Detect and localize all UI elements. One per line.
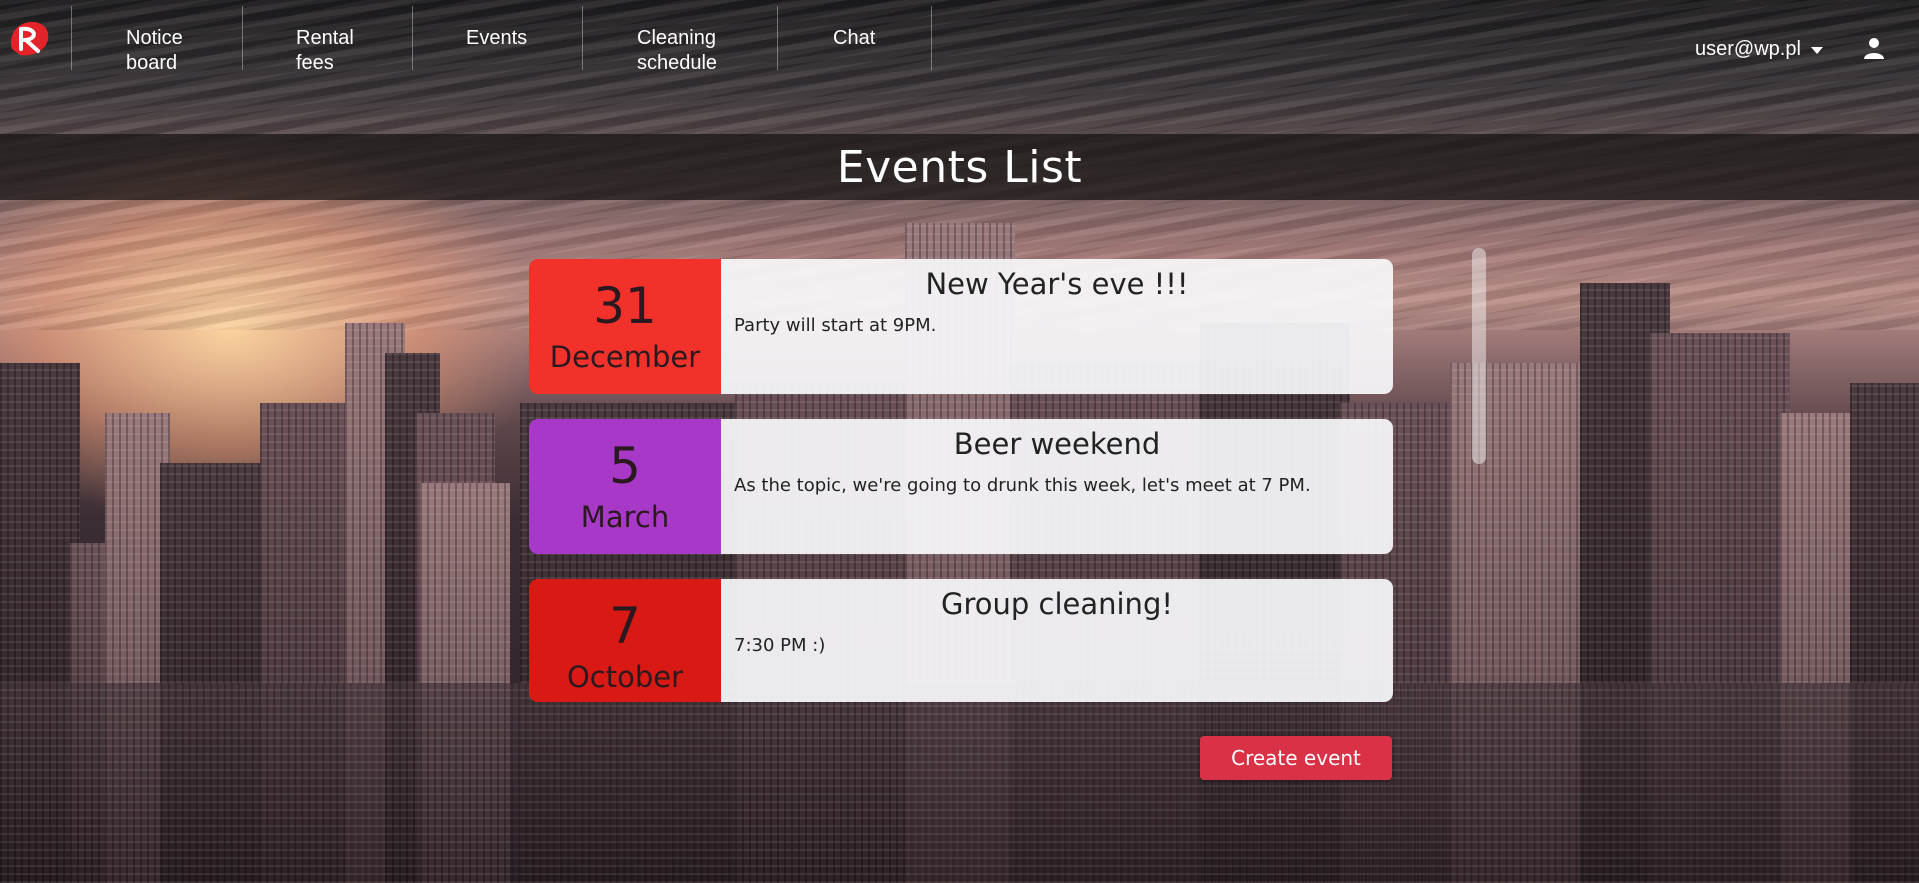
event-body: Beer weekend As the topic, we're going t… [721,419,1393,554]
event-day: 7 [609,597,641,655]
create-event-button[interactable]: Create event [1200,736,1392,780]
nav-item-label: Chat [833,27,876,49]
nav-item-label: Events [466,27,528,49]
top-navbar: Notice board Rental fees Events Cleaning… [0,0,1919,78]
event-title: Beer weekend [953,427,1161,461]
event-description: 7:30 PM :) [734,635,826,656]
event-month: December [549,340,701,374]
nav-item-notice-board[interactable]: Notice board [72,6,243,74]
nav-item-label: Rental fees [296,27,354,74]
page-title: Events List [836,141,1083,193]
user-dropdown[interactable]: user@wp.pl [1695,38,1823,61]
event-date: 31 December [529,259,721,394]
nav-item-chat[interactable]: Chat [778,6,932,70]
user-icon[interactable] [1862,36,1886,60]
event-day: 31 [593,277,657,335]
event-month: October [566,660,684,694]
event-card[interactable]: 5 March Beer weekend As the topic, we're… [529,419,1393,554]
event-body: Group cleaning! 7:30 PM :) [721,579,1393,702]
event-body: New Year's eve !!! Party will start at 9… [721,259,1393,394]
event-description: Party will start at 9PM. [734,315,937,336]
event-card[interactable]: 31 December New Year's eve !!! Party wil… [529,259,1393,394]
event-day: 5 [609,437,641,495]
event-card[interactable]: 7 October Group cleaning! 7:30 PM :) [529,579,1393,702]
event-month: March [580,500,670,534]
event-title: New Year's eve !!! [925,267,1189,301]
nav-item-label: Notice board [126,27,183,74]
event-title: Group cleaning! [941,587,1173,621]
nav-item-rental-fees[interactable]: Rental fees [243,6,413,74]
user-email: user@wp.pl [1695,38,1801,60]
event-date: 7 October [529,579,721,702]
event-date: 5 March [529,419,721,554]
chevron-down-icon [1810,47,1823,54]
nav-item-label: Cleaning schedule [637,27,718,74]
r-logo-icon[interactable] [8,19,52,59]
nav-item-cleaning-schedule[interactable]: Cleaning schedule [583,6,778,74]
page-title-banner: Events List [0,134,1919,200]
event-description: As the topic, we're going to drunk this … [734,475,1311,496]
nav-item-events[interactable]: Events [413,6,583,70]
events-scrollbar[interactable] [1472,248,1486,464]
